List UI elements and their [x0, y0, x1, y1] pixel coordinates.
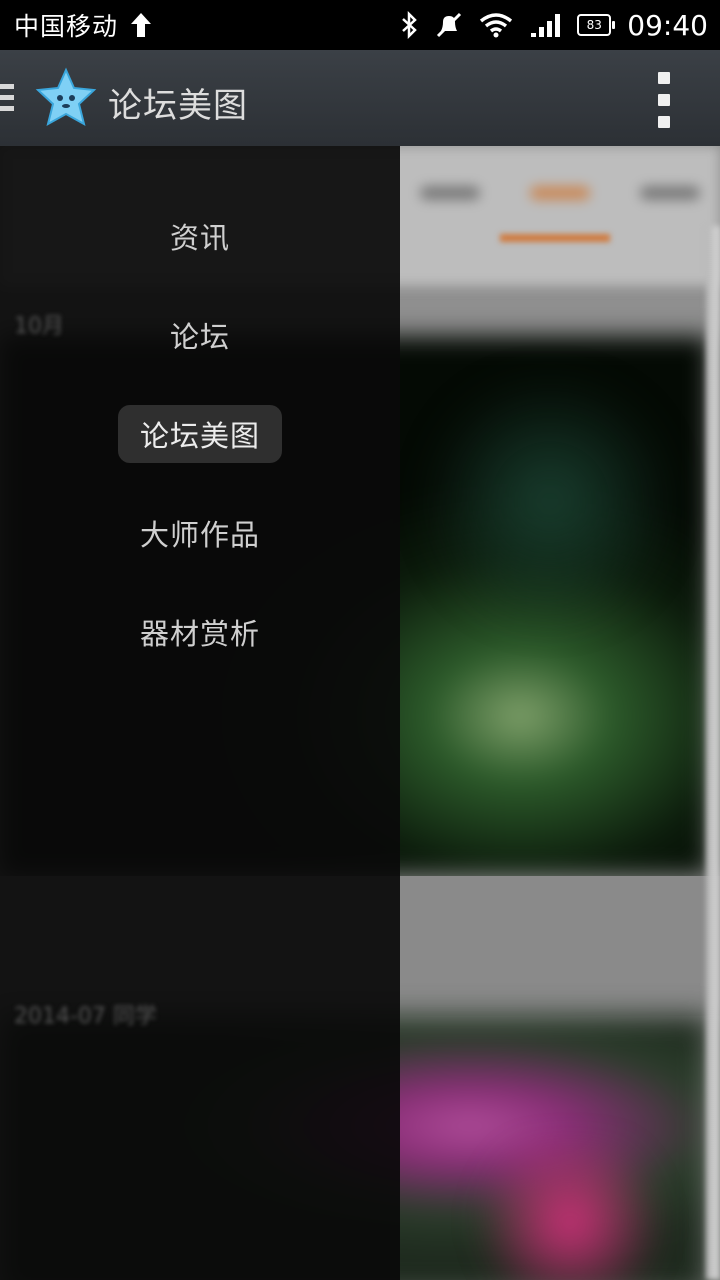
page-title: 论坛美图 — [108, 86, 248, 126]
battery-level: 83 — [586, 18, 602, 32]
action-bar: 论坛美图 — [0, 50, 720, 147]
drawer-item-forum[interactable]: 论坛 — [0, 305, 400, 365]
navigation-drawer: 10月 2014-07 同学 资讯 论坛 论坛美图 大师作品 器材赏析 — [0, 146, 400, 1280]
upload-arrow-icon — [131, 13, 152, 37]
drawer-item-label: 论坛 — [169, 320, 230, 354]
carrier-label: 中国移动 — [14, 12, 119, 41]
app-logo-star-icon[interactable] — [34, 66, 98, 130]
ghost-text-2: 2014-07 同学 — [14, 1004, 157, 1029]
drawer-item-forum-photos[interactable]: 论坛美图 — [0, 404, 400, 464]
active-tab-indicator — [500, 234, 610, 242]
mute-icon — [437, 12, 462, 38]
drawer-item-label: 论坛美图 — [117, 405, 282, 463]
signal-icon — [531, 14, 561, 37]
clock: 09:40 — [627, 8, 708, 42]
drawer-item-label: 大师作品 — [139, 518, 260, 552]
drawer-item-news[interactable]: 资讯 — [0, 206, 400, 266]
drawer-toggle-icon[interactable] — [0, 84, 14, 112]
drawer-item-label: 器材赏析 — [139, 617, 260, 651]
drawer-item-equipment[interactable]: 器材赏析 — [0, 602, 400, 662]
overflow-menu-icon[interactable] — [658, 72, 672, 128]
wifi-icon — [480, 13, 513, 38]
drawer-item-label: 资讯 — [169, 221, 230, 255]
battery-icon: 83 — [577, 14, 616, 36]
bluetooth-icon — [402, 11, 418, 39]
status-bar: 中国移动 83 09:40 — [0, 0, 720, 50]
drawer-item-master-works[interactable]: 大师作品 — [0, 503, 400, 563]
